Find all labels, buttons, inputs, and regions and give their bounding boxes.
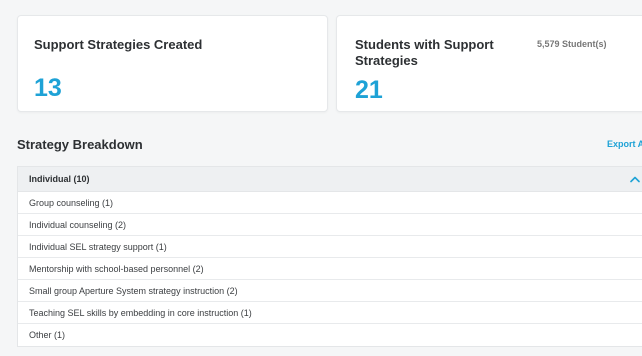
strategy-rows: Group counseling (1) Individual counselin… [18, 192, 642, 346]
group-label: Individual (10) [29, 174, 90, 184]
group-header-individual[interactable]: Individual (10) [18, 167, 642, 192]
strategy-row: Individual counseling (2) [18, 214, 642, 236]
strategy-row: Small group Aperture System strategy ins… [18, 280, 642, 302]
students-with-strategies-card: Students with Support Strategies 5,579 S… [336, 15, 642, 112]
export-link[interactable]: Export A [607, 139, 642, 149]
strategy-row: Mentorship with school-based personnel (… [18, 258, 642, 280]
card-value: 13 [34, 74, 62, 102]
card-value: 21 [355, 76, 383, 104]
section-title: Strategy Breakdown [17, 137, 143, 152]
strategy-row: Group counseling (1) [18, 192, 642, 214]
strategy-row: Individual SEL strategy support (1) [18, 236, 642, 258]
strategy-row: Other (1) [29, 330, 66, 340]
card-title: Students with Support Strategies [355, 37, 494, 68]
student-count-label: 5,579 Student(s) [537, 39, 607, 49]
chevron-up-icon[interactable] [628, 172, 642, 186]
support-strategies-card: Support Strategies Created 13 [17, 15, 328, 112]
strategy-row: Teaching SEL skills by embedding in core… [18, 302, 642, 324]
card-title: Support Strategies Created [34, 37, 203, 52]
strategy-breakdown-table: Individual (10) Group counseling (1) Indi… [17, 166, 642, 347]
